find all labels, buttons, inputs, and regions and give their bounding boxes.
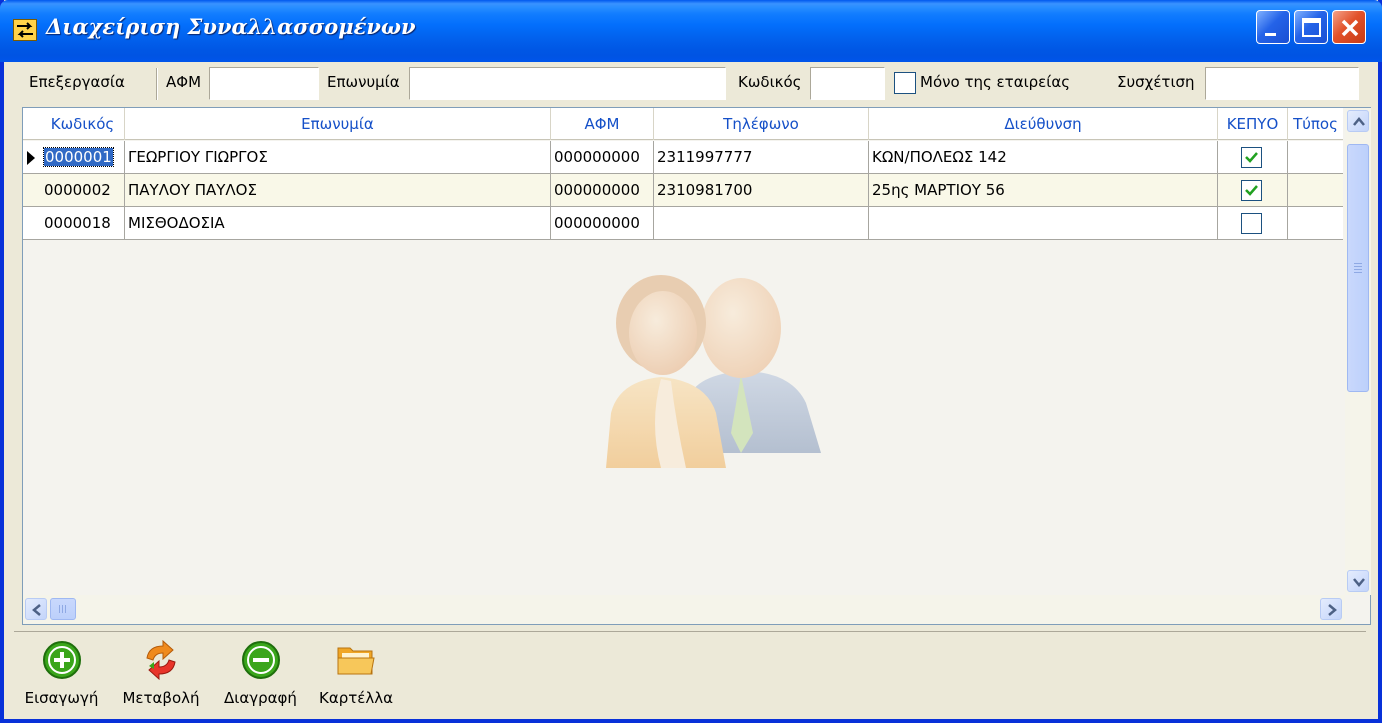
grid-header: Κωδικός Επωνυμία ΑΦΜ Τηλέφωνο Διεύθυνση …: [23, 108, 1343, 140]
edit-button[interactable]: Μεταβολή: [111, 636, 211, 716]
name-input[interactable]: [409, 67, 726, 100]
cell-address[interactable]: [869, 207, 1218, 240]
column-header-address[interactable]: Διεύθυνση: [869, 108, 1218, 140]
cell-phone[interactable]: 2310981700: [654, 174, 869, 207]
cell-type[interactable]: [1288, 174, 1343, 207]
column-header-phone[interactable]: Τηλέφωνο: [654, 108, 869, 140]
cell-phone[interactable]: [654, 207, 869, 240]
scroll-down-button[interactable]: [1347, 570, 1369, 592]
cell-name[interactable]: ΜΙΣΘΟΔΟΣΙΑ: [125, 207, 551, 240]
column-header-type[interactable]: Τύπος: [1288, 108, 1343, 140]
horizontal-scroll-thumb[interactable]: [50, 598, 76, 620]
name-label: Επωνυμία: [327, 73, 400, 91]
vertical-scrollbar[interactable]: [1345, 108, 1371, 595]
code-input[interactable]: [810, 67, 885, 100]
card-button[interactable]: Καρτέλλα: [310, 636, 402, 716]
cell-afm[interactable]: 000000000: [551, 141, 654, 174]
cell-code[interactable]: 0000001: [41, 141, 125, 174]
minimize-button[interactable]: [1256, 10, 1290, 44]
title-bar[interactable]: Διαχείριση Συναλλασσομένων: [0, 0, 1382, 62]
afm-input[interactable]: [209, 67, 319, 100]
window-title: Διαχείριση Συναλλασσομένων: [46, 14, 416, 39]
table-row[interactable]: 0000002 ΠΑΥΛΟΥ ΠΑΥΛΟΣ 000000000 23109817…: [23, 174, 1343, 207]
insert-button[interactable]: Εισαγωγή: [14, 636, 109, 716]
filter-bar: Επεξεργασία ΑΦΜ Επωνυμία Κωδικός Μόνο τη…: [14, 65, 1364, 103]
customers-grid: Κωδικός Επωνυμία ΑΦΜ Τηλέφωνο Διεύθυνση …: [22, 107, 1371, 625]
close-button[interactable]: [1332, 10, 1366, 44]
cell-afm[interactable]: 000000000: [551, 174, 654, 207]
relation-input[interactable]: [1205, 67, 1359, 100]
column-header-code[interactable]: Κωδικός: [41, 108, 125, 140]
edit-label: Μεταβολή: [122, 689, 200, 707]
card-label: Καρτέλλα: [318, 689, 394, 707]
scroll-right-button[interactable]: [1320, 598, 1342, 620]
cell-code[interactable]: 0000002: [41, 174, 125, 207]
cell-phone[interactable]: 2311997777: [654, 141, 869, 174]
only-company-label: Μόνο της εταιρείας: [920, 73, 1071, 91]
table-row[interactable]: 0000001 ΓΕΩΡΓΙΟΥ ΓΙΩΡΓΟΣ 000000000 23119…: [23, 141, 1343, 174]
refresh-icon: [141, 639, 181, 681]
cell-code[interactable]: 0000018: [41, 207, 125, 240]
column-header-name[interactable]: Επωνυμία: [125, 108, 551, 140]
current-row-indicator-icon: [27, 151, 35, 165]
cell-afm[interactable]: 000000000: [551, 207, 654, 240]
cell-kepyo: [1218, 174, 1288, 207]
insert-label: Εισαγωγή: [24, 689, 99, 707]
divider: [156, 68, 158, 100]
cell-type[interactable]: [1288, 141, 1343, 174]
vertical-scroll-thumb[interactable]: [1347, 144, 1369, 392]
action-toolbar: Εισαγωγή Μεταβολή Διαγραφή Καρτέλλα: [14, 631, 1366, 719]
main-window: Διαχείριση Συναλλασσομένων Επεξεργασία Α…: [0, 0, 1382, 723]
only-company-checkbox[interactable]: [894, 72, 916, 94]
cell-address[interactable]: ΚΩΝ/ΠΟΛΕΩΣ 142: [869, 141, 1218, 174]
maximize-button[interactable]: [1294, 10, 1328, 44]
add-icon: [42, 640, 82, 680]
kepyo-checkbox[interactable]: [1241, 147, 1262, 168]
table-row[interactable]: 0000018 ΜΙΣΘΟΔΟΣΙΑ 000000000: [23, 207, 1343, 240]
scroll-left-button[interactable]: [25, 598, 47, 620]
users-icon: [591, 263, 841, 482]
column-header-kepyo[interactable]: ΚΕΠΥΟ: [1218, 108, 1288, 140]
relation-label: Συσχέτιση: [1117, 73, 1195, 91]
kepyo-checkbox[interactable]: [1241, 180, 1262, 201]
indicator-header: [23, 108, 41, 140]
delete-label: Διαγραφή: [224, 689, 297, 707]
column-header-afm[interactable]: ΑΦΜ: [551, 108, 654, 140]
cell-address[interactable]: 25ης ΜΑΡΤΙΟΥ 56: [869, 174, 1218, 207]
scroll-up-button[interactable]: [1347, 110, 1369, 132]
code-label: Κωδικός: [738, 73, 802, 91]
folder-icon: [336, 640, 376, 680]
app-icon: [13, 19, 37, 41]
delete-button[interactable]: Διαγραφή: [213, 636, 308, 716]
remove-icon: [241, 640, 281, 680]
cell-type[interactable]: [1288, 207, 1343, 240]
cell-name[interactable]: ΓΕΩΡΓΙΟΥ ΓΙΩΡΓΟΣ: [125, 141, 551, 174]
cell-kepyo: [1218, 141, 1288, 174]
cell-kepyo: [1218, 207, 1288, 240]
afm-label: ΑΦΜ: [166, 73, 202, 91]
kepyo-checkbox[interactable]: [1241, 213, 1262, 234]
cell-name[interactable]: ΠΑΥΛΟΥ ΠΑΥΛΟΣ: [125, 174, 551, 207]
edit-menu-label[interactable]: Επεξεργασία: [29, 73, 125, 91]
horizontal-scrollbar[interactable]: [23, 595, 1345, 624]
